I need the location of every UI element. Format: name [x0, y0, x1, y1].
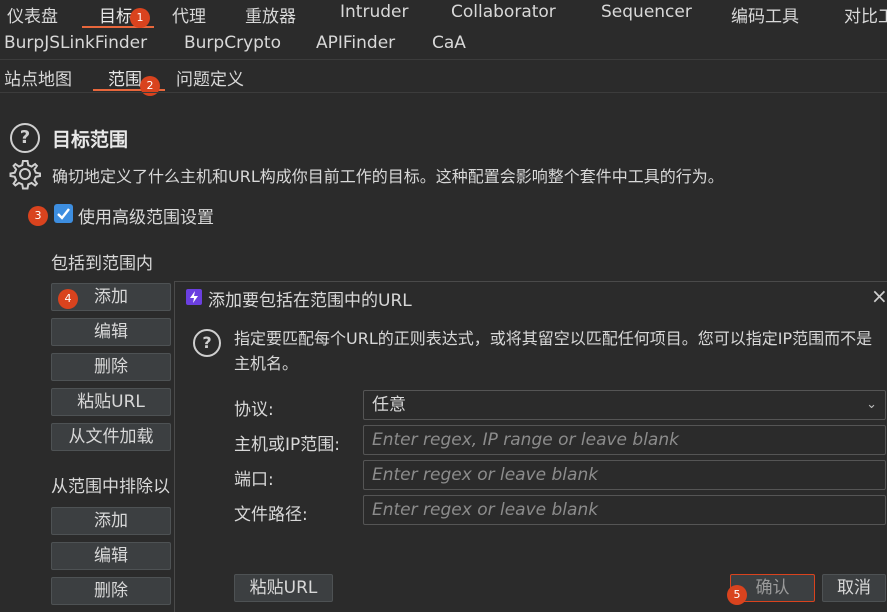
tab-dashboard[interactable]: 仪表盘: [7, 2, 58, 27]
file-path-input[interactable]: [363, 495, 886, 525]
tab-burpjslinkfinder[interactable]: BurpJSLinkFinder: [4, 33, 147, 53]
include-load-button[interactable]: 从文件加载: [51, 423, 171, 451]
tab-collaborator[interactable]: Collaborator: [451, 2, 556, 22]
host-input[interactable]: [363, 425, 886, 455]
advanced-scope-label[interactable]: 使用高级范围设置: [78, 203, 214, 228]
include-remove-button[interactable]: 删除: [51, 353, 171, 381]
subtab-site-map[interactable]: 站点地图: [4, 65, 72, 90]
tab-decoder[interactable]: 编码工具: [731, 2, 799, 27]
port-input[interactable]: [363, 460, 886, 490]
exclude-edit-button[interactable]: 编辑: [51, 542, 171, 570]
advanced-scope-checkbox[interactable]: [54, 204, 73, 223]
tab-caa[interactable]: CaA: [432, 33, 466, 53]
dialog-paste-url-button[interactable]: 粘贴URL: [234, 574, 333, 602]
tab-burpcrypto[interactable]: BurpCrypto: [184, 33, 281, 53]
page-title: 目标范围: [52, 129, 129, 151]
protocol-label: 协议:: [234, 400, 274, 420]
badge-2: 2: [140, 76, 160, 96]
host-label: 主机或IP范围:: [234, 435, 340, 455]
cancel-button[interactable]: 取消: [822, 574, 886, 602]
checkmark-icon: [57, 208, 70, 220]
badge-3: 3: [28, 206, 48, 226]
scope-description: 确切地定义了什么主机和URL构成你目前工作的目标。这种配置会影响整个套件中工具的…: [52, 167, 724, 186]
chevron-down-icon: ⌄: [866, 397, 877, 412]
badge-4: 4: [58, 289, 78, 309]
tab-proxy[interactable]: 代理: [172, 2, 206, 27]
tabs-separator: [0, 59, 887, 60]
tab-apifinder[interactable]: APIFinder: [316, 33, 395, 53]
tab-comparer[interactable]: 对比工: [844, 2, 887, 27]
tab-sequencer[interactable]: Sequencer: [601, 2, 692, 22]
dialog-info-text: 指定要匹配每个URL的正则表达式，或将其留空以匹配任何项目。您可以指定IP范围而…: [234, 329, 873, 373]
exclude-add-button[interactable]: 添加: [51, 507, 171, 535]
add-url-dialog: 添加要包括在范围中的URL × ? 指定要匹配每个URL的正则表达式，或将其留空…: [174, 281, 887, 612]
dialog-title: 添加要包括在范围中的URL: [208, 291, 412, 311]
tab-repeater[interactable]: 重放器: [245, 2, 296, 27]
include-heading: 包括到范围内: [51, 254, 153, 274]
badge-5: 5: [727, 585, 747, 605]
port-label: 端口:: [234, 470, 274, 490]
sub-tabs: 站点地图 范围 问题定义: [0, 65, 887, 90]
protocol-value: 任意: [372, 395, 406, 415]
burp-logo-icon: [186, 289, 202, 305]
subtab-issue-definitions[interactable]: 问题定义: [176, 65, 244, 90]
info-help-icon: ?: [193, 329, 221, 357]
subtab-scope[interactable]: 范围: [108, 65, 142, 90]
exclude-remove-button[interactable]: 删除: [51, 577, 171, 605]
include-edit-button[interactable]: 编辑: [51, 318, 171, 346]
exclude-heading: 从范围中排除以: [51, 477, 170, 497]
main-tabs-row-2: BurpJSLinkFinder BurpCrypto APIFinder Ca…: [0, 33, 887, 57]
settings-icon[interactable]: [9, 158, 41, 190]
file-path-label: 文件路径:: [234, 505, 308, 525]
include-paste-url-button[interactable]: 粘贴URL: [51, 388, 171, 416]
tab-target[interactable]: 目标: [99, 2, 133, 27]
badge-1: 1: [130, 8, 150, 28]
help-icon[interactable]: ?: [10, 123, 40, 153]
protocol-select[interactable]: 任意 ⌄: [363, 390, 886, 420]
close-icon[interactable]: ×: [871, 284, 887, 308]
subtabs-separator: [0, 92, 887, 93]
tab-intruder[interactable]: Intruder: [340, 2, 408, 22]
